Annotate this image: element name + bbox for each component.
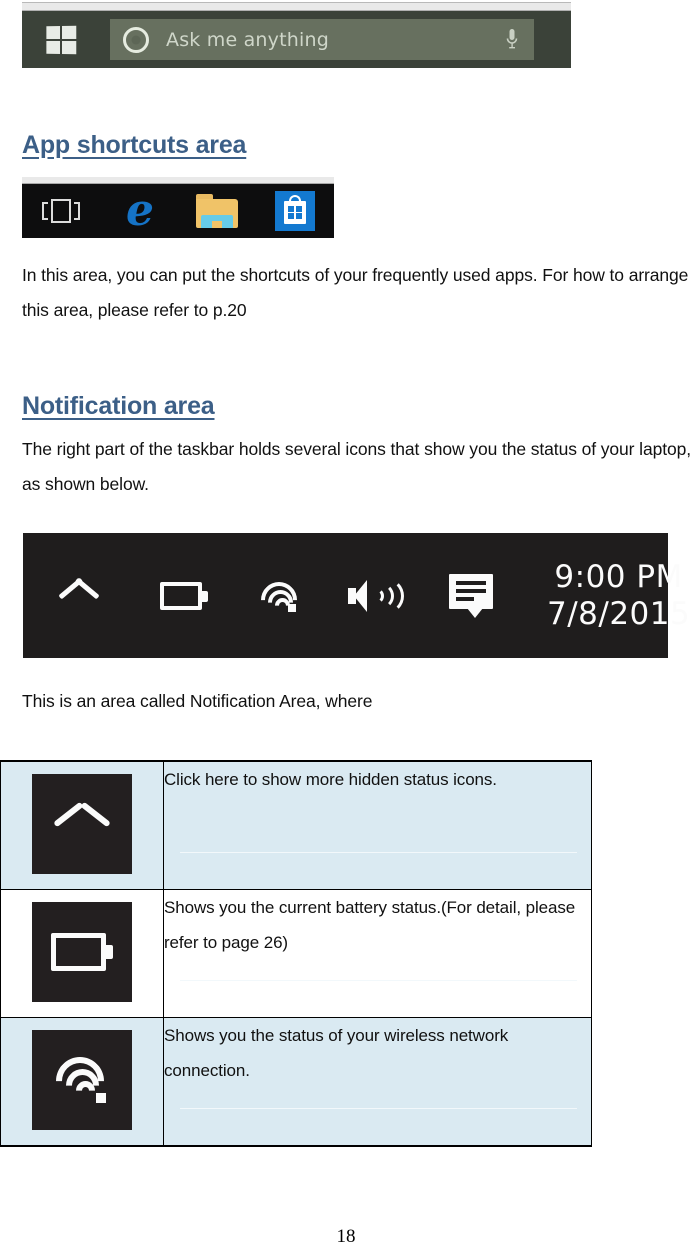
microphone-icon[interactable] bbox=[506, 28, 518, 52]
notification-area-caption: This is an area called Notification Area… bbox=[22, 691, 373, 711]
volume-icon[interactable] bbox=[325, 533, 423, 658]
edge-glyph: e bbox=[126, 185, 154, 236]
table-cell-icon bbox=[0, 1017, 164, 1147]
wifi-glyph bbox=[46, 1047, 114, 1115]
table-cell-icon bbox=[0, 760, 164, 890]
task-view-icon[interactable] bbox=[22, 184, 100, 238]
action-center-glyph bbox=[449, 573, 493, 618]
row-description-text: Shows you the status of your wireless ne… bbox=[164, 1026, 509, 1080]
file-explorer-icon[interactable] bbox=[178, 184, 256, 238]
app-shortcuts-description: In this area, you can put the shortcuts … bbox=[22, 265, 689, 320]
chevron-up-glyph bbox=[53, 801, 111, 839]
folder-glyph bbox=[196, 194, 238, 228]
table-cell-icon bbox=[0, 889, 164, 1018]
wifi-glyph bbox=[253, 574, 305, 625]
cortana-circle-icon bbox=[123, 26, 149, 53]
battery-icon[interactable] bbox=[135, 533, 233, 658]
table-row: Click here to show more hidden status ic… bbox=[0, 760, 592, 890]
cell-separator-rule bbox=[180, 852, 577, 853]
notification-area-snippet: 9:00 PM 7/8/2015 bbox=[23, 533, 690, 658]
app-shortcuts-bar: e bbox=[22, 184, 334, 238]
microsoft-store-icon[interactable] bbox=[256, 184, 334, 238]
row-description-text: Shows you the current battery status.(Fo… bbox=[164, 898, 576, 952]
page-number: 18 bbox=[336, 1226, 356, 1247]
start-button[interactable] bbox=[30, 17, 92, 62]
table-cell-description: Shows you the status of your wireless ne… bbox=[163, 1017, 592, 1147]
app-shortcuts-top-edge bbox=[22, 177, 334, 184]
taskbar-strip: Ask me anything bbox=[22, 11, 571, 68]
notification-description: The right part of the taskbar holds seve… bbox=[22, 439, 692, 494]
speaker-glyph bbox=[348, 577, 404, 614]
action-center-icon[interactable] bbox=[423, 533, 519, 658]
edge-browser-icon[interactable]: e bbox=[100, 184, 178, 238]
table-row: Shows you the status of your wireless ne… bbox=[0, 1017, 592, 1147]
section-heading-notification: Notification area bbox=[22, 392, 215, 420]
cell-separator-rule bbox=[180, 1108, 577, 1109]
store-glyph bbox=[275, 191, 315, 231]
chevron-up-icon[interactable] bbox=[23, 533, 135, 658]
taskbar-search-snippet: Ask me anything bbox=[22, 2, 571, 68]
table-row: Shows you the current battery status.(Fo… bbox=[0, 889, 592, 1018]
cell-separator-rule bbox=[180, 980, 577, 981]
battery-glyph bbox=[51, 933, 113, 971]
wifi-icon[interactable] bbox=[32, 1030, 132, 1130]
task-view-glyph bbox=[42, 199, 80, 223]
battery-glyph bbox=[160, 581, 208, 610]
windows-logo-icon bbox=[46, 25, 77, 54]
icon-description-table: Click here to show more hidden status ic… bbox=[0, 760, 592, 1147]
taskbar-top-edge bbox=[22, 2, 571, 11]
clock-display[interactable]: 9:00 PM 7/8/2015 bbox=[547, 559, 690, 633]
battery-icon[interactable] bbox=[32, 902, 132, 1002]
search-placeholder-text: Ask me anything bbox=[166, 28, 329, 51]
chevron-up-glyph bbox=[56, 577, 102, 609]
clock-date: 7/8/2015 bbox=[547, 595, 691, 632]
wifi-icon[interactable] bbox=[233, 533, 325, 658]
chevron-up-icon[interactable] bbox=[32, 774, 132, 874]
table-cell-description: Click here to show more hidden status ic… bbox=[163, 760, 592, 890]
app-shortcuts-taskbar-snippet: e bbox=[22, 177, 334, 238]
search-input[interactable]: Ask me anything bbox=[110, 19, 534, 60]
row-description-text: Click here to show more hidden status ic… bbox=[164, 770, 497, 789]
section-heading-app-shortcuts: App shortcuts area bbox=[22, 131, 247, 159]
clock-time: 9:00 PM bbox=[554, 558, 683, 595]
table-cell-description: Shows you the current battery status.(Fo… bbox=[163, 889, 592, 1018]
